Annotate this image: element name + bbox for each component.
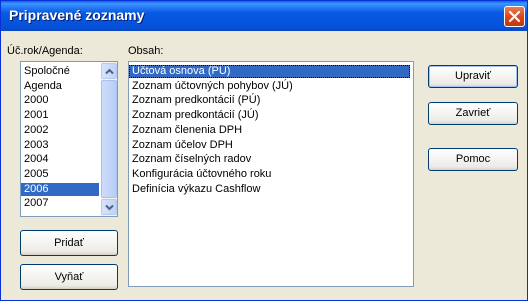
list-item[interactable]: 2000: [21, 94, 99, 107]
list-item[interactable]: 2003: [21, 139, 99, 152]
list-item[interactable]: Agenda: [21, 80, 99, 93]
add-button-label: Pridať: [54, 237, 84, 249]
list-item[interactable]: 2005: [21, 168, 99, 181]
close-button-label: Zavrieť: [455, 107, 491, 119]
list-item[interactable]: Zoznam predkontácií (JÚ): [129, 109, 410, 122]
help-button-label: Pomoc: [455, 153, 491, 165]
close-button[interactable]: Zavrieť: [428, 102, 518, 125]
list-item[interactable]: Zoznam účtovných pohybov (JÚ): [129, 80, 410, 93]
list-item[interactable]: Zoznam účelov DPH: [129, 139, 410, 152]
close-window-button[interactable]: [504, 6, 525, 27]
list-item[interactable]: 2001: [21, 109, 99, 122]
scroll-down-button[interactable]: [101, 199, 117, 215]
year-agenda-scrollbar[interactable]: [101, 62, 117, 216]
edit-button-label: Upraviť: [455, 70, 491, 82]
list-item[interactable]: Definícia výkazu Cashflow: [129, 183, 410, 196]
list-item[interactable]: 2007: [21, 197, 99, 210]
year-agenda-list[interactable]: Spoločné Agenda 2000 2001 2002 2003 2004 2005 20…: [20, 61, 118, 217]
add-button[interactable]: Pridať: [20, 230, 118, 256]
close-icon: [508, 10, 521, 23]
list-item[interactable]: Spoločné: [21, 65, 99, 78]
chevron-up-icon: [105, 68, 114, 75]
content-list[interactable]: Účtová osnova (PÚ) Zoznam účtovných pohyb…: [128, 61, 414, 287]
dialog-window: Pripravené zoznamy Úč.rok/Agenda: Obsah:…: [0, 0, 528, 301]
list-item[interactable]: Konfigurácia účtovného roku: [129, 168, 410, 181]
list-item[interactable]: 2002: [21, 124, 99, 137]
chevron-down-icon: [105, 204, 114, 211]
remove-button-label: Vyňať: [54, 271, 84, 283]
window-title: Pripravené zoznamy: [9, 7, 145, 23]
content-label: Obsah:: [128, 45, 164, 57]
list-item[interactable]: Zoznam číselných radov: [129, 153, 410, 166]
edit-button[interactable]: Upraviť: [428, 65, 518, 88]
title-bar[interactable]: Pripravené zoznamy: [1, 1, 527, 31]
scroll-thumb[interactable]: [101, 80, 117, 198]
remove-button[interactable]: Vyňať: [20, 264, 118, 290]
list-item[interactable]: Zoznam členenia DPH: [129, 124, 410, 137]
list-item[interactable]: 2004: [21, 153, 99, 166]
year-agenda-label: Úč.rok/Agenda:: [7, 45, 83, 57]
list-item[interactable]: Zoznam predkontácií (PÚ): [129, 94, 410, 107]
list-item[interactable]: Účtová osnova (PÚ): [129, 65, 410, 78]
list-item[interactable]: 2006: [21, 182, 99, 196]
help-button[interactable]: Pomoc: [428, 148, 518, 171]
scroll-up-button[interactable]: [101, 63, 117, 79]
